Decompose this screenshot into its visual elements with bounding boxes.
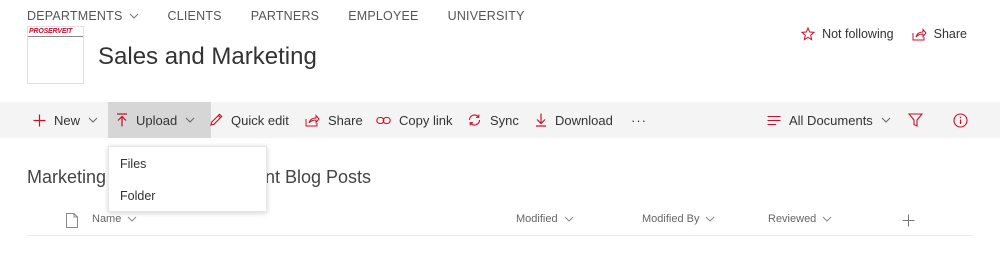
upload-icon: [117, 113, 127, 127]
copy-link-label: Copy link: [399, 112, 453, 128]
ellipsis-icon: ···: [631, 112, 647, 128]
chevron-down-icon: [88, 117, 106, 123]
menu-item-files[interactable]: Files: [109, 148, 266, 180]
nav-item-label: DEPARTMENTS: [27, 9, 123, 23]
share-label: Share: [328, 112, 363, 128]
info-button[interactable]: [953, 102, 976, 138]
column-header-modified-by[interactable]: Modified By: [642, 213, 715, 225]
column-header-modified[interactable]: Modified: [516, 213, 574, 225]
top-navigation: DEPARTMENTS CLIENTS PARTNERS EMPLOYEE UN…: [27, 8, 554, 24]
link-icon: [376, 116, 391, 124]
logo-wordmark: PROSERVEIT: [29, 28, 73, 35]
upload-button[interactable]: Upload: [108, 102, 212, 138]
follow-label: Not following: [822, 27, 894, 41]
chevron-down-icon: [564, 216, 574, 222]
header-actions: Not following Share: [783, 27, 967, 41]
column-label: Reviewed: [768, 213, 817, 225]
list-view-icon: [767, 115, 781, 125]
list-column-headers: Name Modified Modified By Reviewed: [27, 208, 973, 236]
pencil-icon: [210, 113, 223, 126]
share-icon: [912, 27, 927, 40]
chevron-down-icon: [881, 117, 899, 123]
filter-icon: [908, 113, 923, 127]
quick-edit-button[interactable]: Quick edit: [209, 102, 289, 138]
chevron-down-icon: [185, 117, 203, 123]
info-icon: [953, 112, 968, 128]
file-type-icon: [66, 213, 78, 233]
chevron-down-icon: [705, 216, 715, 222]
upload-dropdown-menu: Files Folder: [108, 146, 267, 212]
column-label: Modified By: [642, 213, 700, 225]
column-label: Name: [92, 213, 122, 225]
plus-icon: [902, 214, 915, 227]
download-label: Download: [555, 112, 613, 128]
nav-item-label: UNIVERSITY: [447, 9, 525, 23]
more-actions-button[interactable]: ···: [631, 102, 647, 138]
chevron-down-icon: [129, 13, 139, 19]
nav-item-label: PARTNERS: [250, 9, 320, 23]
sync-button[interactable]: Sync: [467, 102, 519, 138]
download-icon: [536, 113, 546, 127]
column-header-name[interactable]: Name: [92, 213, 137, 225]
new-label: New: [54, 112, 81, 128]
nav-item-clients[interactable]: CLIENTS: [168, 9, 222, 23]
nav-item-partners[interactable]: PARTNERS: [251, 9, 320, 23]
list-title-suffix: nt Blog Posts: [265, 167, 372, 187]
command-bar: New Upload Quick edit Share Copy link Sy…: [0, 102, 1000, 138]
site-title[interactable]: Sales and Marketing: [98, 43, 317, 71]
nav-item-label: CLIENTS: [167, 9, 222, 23]
list-title-prefix: Marketing: [27, 167, 107, 187]
nav-item-departments[interactable]: DEPARTMENTS: [27, 9, 139, 23]
column-header-reviewed[interactable]: Reviewed: [768, 213, 832, 225]
nav-item-employee[interactable]: EMPLOYEE: [348, 9, 418, 23]
quick-edit-label: Quick edit: [231, 112, 289, 128]
star-icon: [801, 27, 816, 41]
share-button[interactable]: Share: [305, 102, 363, 138]
chevron-down-icon: [127, 216, 137, 222]
follow-button[interactable]: Not following: [801, 27, 894, 41]
share-icon: [305, 113, 320, 126]
sync-label: Sync: [490, 112, 519, 128]
download-button[interactable]: Download: [535, 102, 613, 138]
nav-item-label: EMPLOYEE: [348, 9, 419, 23]
site-logo[interactable]: PROSERVEIT: [27, 26, 84, 84]
column-label: Modified: [516, 213, 558, 225]
site-share-button[interactable]: Share: [912, 27, 967, 41]
chevron-down-icon: [822, 216, 832, 222]
view-selector[interactable]: All Documents: [767, 102, 899, 138]
filter-button[interactable]: [908, 102, 931, 138]
logo-divider: [28, 36, 83, 37]
plus-icon: [33, 114, 46, 126]
sync-icon: [468, 114, 481, 126]
new-button[interactable]: New: [33, 102, 106, 138]
copy-link-button[interactable]: Copy link: [376, 102, 452, 138]
nav-item-university[interactable]: UNIVERSITY: [448, 9, 525, 23]
view-label: All Documents: [789, 112, 873, 128]
menu-item-folder[interactable]: Folder: [109, 180, 266, 212]
add-column-button[interactable]: [902, 214, 915, 232]
upload-label: Upload: [136, 112, 178, 128]
share-label: Share: [933, 27, 967, 41]
